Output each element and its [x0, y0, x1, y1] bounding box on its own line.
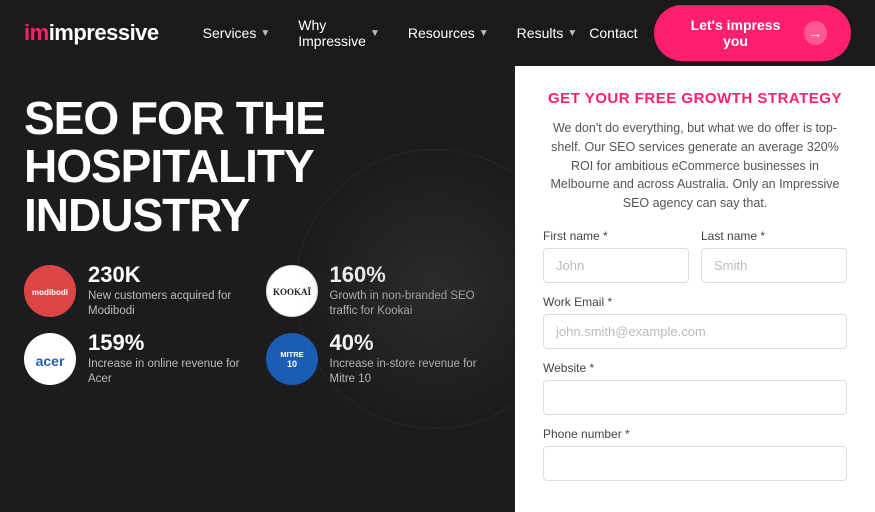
mitre10-logo: MITRE 10 — [266, 333, 318, 385]
phone-group: Phone number * — [543, 427, 847, 481]
first-name-label: First name * — [543, 229, 689, 243]
main-content: SEO FOR THE HOSPITALITY INDUSTRY modibod… — [0, 66, 875, 512]
stat-modibodi-text: 230K New customers acquired for Modibodi — [88, 263, 231, 319]
chevron-down-icon: ▼ — [370, 28, 380, 39]
stat-mitre10-text: 40% Increase in-store revenue for Mitre … — [330, 331, 477, 387]
logo-accent: im — [24, 20, 49, 45]
navbar: imimpressive Services ▼ Why Impressive ▼… — [0, 0, 875, 66]
nav-resources[interactable]: Resources ▼ — [396, 17, 501, 49]
svg-text:MITRE: MITRE — [280, 350, 303, 359]
stat-kookai: KOOKAÏ 160% Growth in non-branded SEO tr… — [266, 263, 492, 319]
last-name-label: Last name * — [701, 229, 847, 243]
kookai-logo: KOOKAÏ — [266, 265, 318, 317]
cta-button[interactable]: Let's impress you → — [654, 5, 851, 61]
website-input[interactable] — [543, 380, 847, 415]
phone-input[interactable] — [543, 446, 847, 481]
website-label: Website * — [543, 361, 847, 375]
form-description: We don't do everything, but what we do o… — [543, 119, 847, 213]
nav-links: Services ▼ Why Impressive ▼ Resources ▼ … — [191, 9, 590, 57]
acer-logo: acer — [24, 333, 76, 385]
last-name-group: Last name * — [701, 229, 847, 283]
stat-kookai-text: 160% Growth in non-branded SEO traffic f… — [330, 263, 475, 319]
nav-contact[interactable]: Contact — [589, 25, 637, 41]
email-input[interactable] — [543, 314, 847, 349]
form-title: GET YOUR FREE GROWTH STRATEGY — [543, 90, 847, 107]
modibodi-logo: modibodi — [24, 265, 76, 317]
svg-text:KOOKAÏ: KOOKAÏ — [272, 287, 311, 297]
nav-why-impressive[interactable]: Why Impressive ▼ — [286, 9, 392, 57]
first-name-input[interactable] — [543, 248, 689, 283]
hero-title: SEO FOR THE HOSPITALITY INDUSTRY — [24, 94, 491, 239]
hero-section: SEO FOR THE HOSPITALITY INDUSTRY modibod… — [0, 66, 515, 512]
last-name-input[interactable] — [701, 248, 847, 283]
stat-acer: acer 159% Increase in online revenue for… — [24, 331, 250, 387]
logo[interactable]: imimpressive — [24, 20, 159, 46]
first-name-group: First name * — [543, 229, 689, 283]
chevron-down-icon: ▼ — [479, 28, 489, 39]
logo-text: imimpressive — [24, 20, 159, 46]
phone-label: Phone number * — [543, 427, 847, 441]
website-group: Website * — [543, 361, 847, 415]
chevron-down-icon: ▼ — [567, 28, 577, 39]
stat-mitre10: MITRE 10 40% Increase in-store revenue f… — [266, 331, 492, 387]
email-group: Work Email * — [543, 295, 847, 349]
svg-text:10: 10 — [286, 359, 296, 369]
chevron-down-icon: ▼ — [260, 28, 270, 39]
lead-form-panel: GET YOUR FREE GROWTH STRATEGY We don't d… — [515, 66, 875, 512]
nav-results[interactable]: Results ▼ — [505, 17, 590, 49]
svg-text:modibodi: modibodi — [32, 288, 68, 297]
nav-right: Contact Let's impress you → — [589, 5, 851, 61]
name-row: First name * Last name * — [543, 229, 847, 283]
stat-acer-text: 159% Increase in online revenue for Acer — [88, 331, 240, 387]
stat-modibodi: modibodi 230K New customers acquired for… — [24, 263, 250, 319]
svg-text:acer: acer — [36, 353, 65, 369]
stats-grid: modibodi 230K New customers acquired for… — [24, 263, 491, 387]
nav-services[interactable]: Services ▼ — [191, 17, 283, 49]
arrow-right-icon: → — [804, 21, 828, 45]
email-label: Work Email * — [543, 295, 847, 309]
